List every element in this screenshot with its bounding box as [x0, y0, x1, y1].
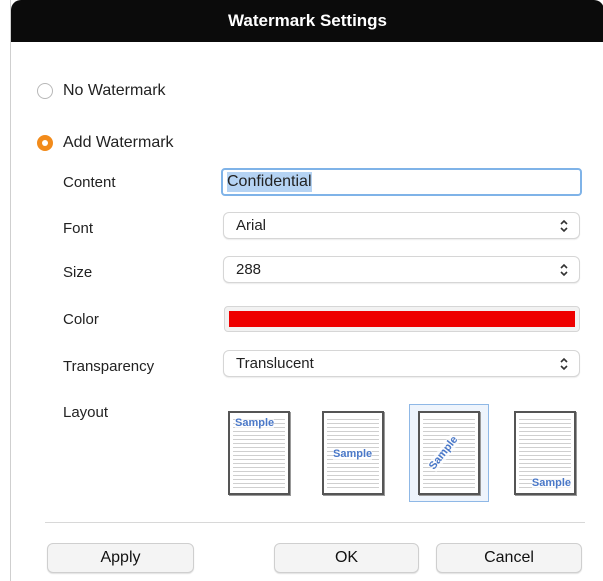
- add-watermark-label: Add Watermark: [63, 134, 174, 151]
- size-select[interactable]: 288: [223, 256, 580, 283]
- cancel-button[interactable]: Cancel: [436, 543, 582, 573]
- apply-button[interactable]: Apply: [47, 543, 194, 573]
- content-label: Content: [63, 174, 116, 191]
- divider: [45, 522, 585, 523]
- font-select[interactable]: Arial: [223, 212, 580, 239]
- page-preview: Sample: [514, 411, 576, 495]
- sample-watermark: Sample: [235, 417, 275, 429]
- content-input[interactable]: Confidential: [221, 168, 582, 196]
- ok-button[interactable]: OK: [274, 543, 419, 573]
- page-preview: Sample: [418, 411, 480, 495]
- add-watermark-option[interactable]: Add Watermark: [37, 134, 174, 152]
- chevron-up-down-icon: [560, 263, 568, 276]
- no-watermark-label: No Watermark: [63, 82, 166, 99]
- page-preview: Sample: [228, 411, 290, 495]
- layout-option-top-left[interactable]: Sample: [219, 404, 299, 502]
- no-watermark-radio[interactable]: [37, 83, 53, 99]
- chevron-up-down-icon: [560, 357, 568, 370]
- size-label: Size: [63, 264, 93, 281]
- sample-watermark: Sample: [531, 477, 571, 489]
- font-label: Font: [63, 220, 94, 237]
- transparency-label: Transparency: [63, 358, 155, 375]
- layout-label: Layout: [63, 404, 109, 421]
- chevron-up-down-icon: [560, 219, 568, 232]
- page-preview: Sample: [322, 411, 384, 495]
- layout-option-diagonal[interactable]: Sample: [409, 404, 489, 502]
- sample-watermark: Sample: [333, 448, 373, 460]
- no-watermark-option[interactable]: No Watermark: [37, 82, 166, 100]
- font-select-value: Arial: [236, 217, 267, 234]
- watermark-settings-dialog: Watermark Settings No Watermark Add Wate…: [10, 0, 603, 581]
- transparency-select[interactable]: Translucent: [223, 350, 580, 377]
- content-input-value: Confidential: [227, 172, 312, 192]
- layout-option-center[interactable]: Sample: [313, 404, 393, 502]
- dialog-title: Watermark Settings: [11, 0, 603, 42]
- color-well[interactable]: [224, 306, 580, 332]
- size-select-value: 288: [236, 261, 262, 278]
- transparency-select-value: Translucent: [236, 355, 314, 372]
- layout-option-bottom-right[interactable]: Sample: [505, 404, 585, 502]
- add-watermark-radio[interactable]: [37, 135, 53, 151]
- color-label: Color: [63, 311, 99, 328]
